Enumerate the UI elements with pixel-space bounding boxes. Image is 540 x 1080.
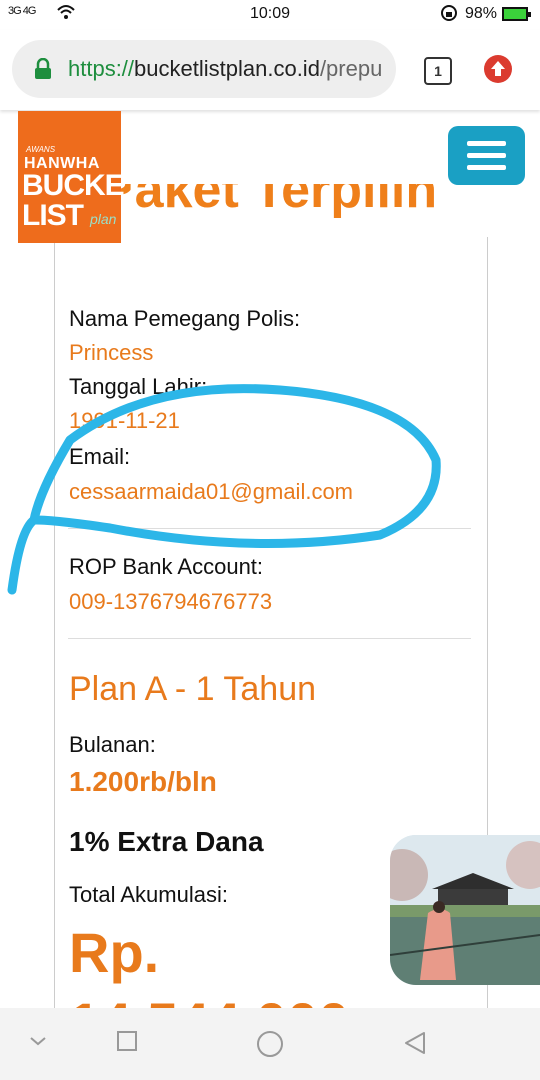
update-icon[interactable] [484,55,512,83]
monthly-label: Bulanan: [69,732,156,757]
rotation-lock-icon [440,4,458,27]
browser-toolbar: https://bucketlistplan.co.id/prepu 1 [0,30,540,110]
lock-icon [34,57,52,85]
dob-value: 1991-11-21 [69,408,180,433]
logo-line: plan [90,211,117,227]
holder-label: Nama Pemegang Polis: [69,306,301,331]
divider [68,638,471,639]
plan-title: Plan A - 1 Tahun [69,670,317,708]
address-bar[interactable]: https://bucketlistplan.co.id/prepu [12,40,396,98]
total-currency: Rp. [69,921,160,984]
back-icon[interactable] [402,1030,428,1061]
url-host: bucketlistplan.co.id [134,56,320,81]
url-scheme: https:// [68,56,135,81]
promo-image[interactable] [390,835,540,985]
recents-icon[interactable] [116,1030,138,1057]
divider [68,528,471,529]
status-bar: 3G 4G 10:09 98% [0,0,540,30]
clock: 10:09 [249,5,291,22]
system-nav-bar [0,1008,540,1080]
page-title: Paket Terpilih [100,161,438,219]
chevron-down-icon[interactable] [28,1030,48,1055]
home-icon[interactable] [256,1030,284,1063]
email-value: cessaarmaida01@gmail.com [69,479,354,504]
bank-value: 009-1376794676773 [69,589,273,614]
logo[interactable]: AWANS HANWHA BUCKET LIST plan [18,111,142,243]
menu-icon[interactable] [448,126,525,185]
url-text[interactable]: https://bucketlistplan.co.id/prepu [68,56,388,82]
total-label: Total Akumulasi: [69,882,228,907]
logo-line: BUCKET [22,169,142,202]
logo-line: AWANS [26,145,56,154]
tab-switcher-button[interactable]: 1 [424,57,452,85]
extra-dana: 1% Extra Dana [69,826,264,857]
logo-line: LIST [22,199,84,232]
url-path: /prepu [319,56,383,81]
battery-percent: 98% [465,5,498,22]
email-label: Email: [69,444,131,469]
dob-label: Tanggal Lahir: [69,374,208,399]
holder-value: Princess [69,340,154,365]
battery-icon [502,7,531,21]
monthly-value: 1.200rb/bln [69,766,217,797]
bank-label: ROP Bank Account: [69,554,264,579]
